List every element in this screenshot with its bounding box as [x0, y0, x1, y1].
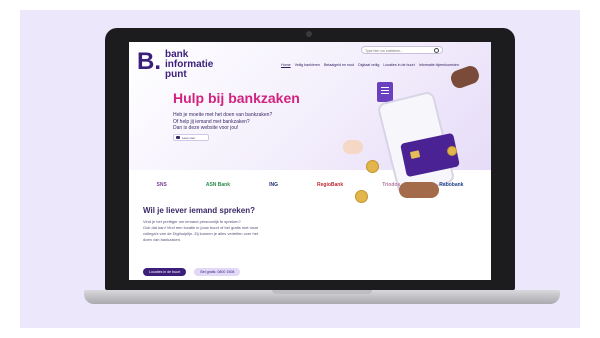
nav-item-home[interactable]: Home	[281, 63, 291, 67]
bank-logo-triodos[interactable]: Triodos	[382, 182, 400, 188]
laptop-screen-bezel: B. bank informatie punt Type hier uw zoe…	[105, 28, 515, 290]
nav-item-betaalgeld[interactable]: Betaalgeld en rood	[324, 63, 354, 67]
nav-item-bijeenkomsten[interactable]: Informatie bijeenkomsten	[419, 63, 459, 67]
bank-logo-ing[interactable]: ING	[269, 182, 278, 188]
logo-line-3: punt	[165, 69, 187, 80]
locations-button[interactable]: Locaties in de buurt	[143, 268, 187, 276]
bank-logo-asn[interactable]: ASN Bank	[206, 182, 230, 188]
logo-text: bank informatie punt	[165, 50, 213, 80]
search-input[interactable]: Type hier uw zoekterm...	[361, 46, 443, 54]
search-icon[interactable]	[434, 48, 439, 53]
contact-title: Wil je liever iemand spreken?	[143, 206, 255, 215]
card-chip-icon	[409, 150, 421, 159]
hero-line-3: Dan is deze website voor jou!	[173, 125, 239, 131]
search-placeholder: Type hier uw zoekterm...	[365, 49, 404, 53]
contact-body: Vind je het prettiger om iemand persoonl…	[143, 219, 363, 243]
website-screen: B. bank informatie punt Type hier uw zoe…	[129, 42, 491, 280]
bank-logo-sns[interactable]: SNS	[157, 182, 167, 188]
hero-section: B. bank informatie punt Type hier uw zoe…	[129, 42, 491, 196]
nav-item-veilig-bankieren[interactable]: Veilig bankieren	[295, 63, 320, 67]
document-icon	[377, 82, 393, 102]
read-aloud-button[interactable]: Lees voor	[173, 134, 209, 141]
site-logo[interactable]: B. bank informatie punt	[137, 50, 213, 80]
coin-icon	[447, 146, 457, 156]
hand-illustration-top	[448, 63, 482, 91]
hero-subtext: Heb je moeite met het doen van bankzaken…	[173, 112, 272, 132]
logo-mark: B.	[137, 48, 161, 75]
thumbs-up-hand-illustration	[343, 140, 363, 154]
read-aloud-label: Lees voor	[182, 135, 196, 140]
nav-item-digitaal-veilig[interactable]: Digitaal veilig	[358, 63, 379, 67]
hero-line-1: Heb je moeite met het doen van bankzaken…	[173, 112, 273, 118]
laptop-notch	[272, 290, 372, 294]
main-navigation: Home Veilig bankieren Betaalgeld en rood…	[281, 63, 459, 67]
bank-logos-row: SNS ASN Bank ING RegioBank Triodos Rabob…	[129, 172, 491, 198]
bank-logo-regiobank[interactable]: RegioBank	[317, 182, 343, 188]
webcam-icon	[306, 31, 312, 37]
bank-logo-rabobank[interactable]: Rabobank	[439, 182, 463, 188]
contact-line-4: doen van bankzaken.	[143, 237, 182, 242]
laptop-base	[84, 290, 560, 304]
contact-buttons: Locaties in de buurt Bel gratis: 0800 15…	[143, 268, 241, 276]
nav-item-locaties[interactable]: Locaties in de buurt	[383, 63, 414, 67]
contact-section: Wil je liever iemand spreken? Vind je he…	[143, 206, 363, 243]
speaker-icon	[176, 136, 180, 139]
call-button[interactable]: Bel gratis: 0800 1508	[194, 268, 241, 276]
hero-title: Hulp bij bankzaken	[173, 90, 300, 106]
